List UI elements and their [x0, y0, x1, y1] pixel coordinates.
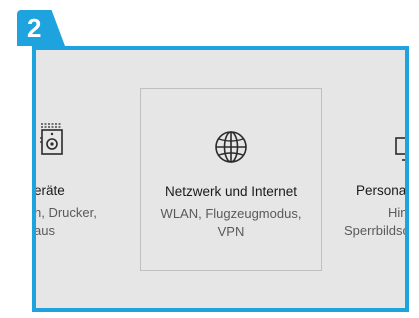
tile-description: Hinterg [388, 205, 408, 220]
tile-description: WLAN, Flugzeugmodus, VPN [160, 206, 302, 239]
settings-tile-devices[interactable]: eräte h, Drucker, aus [34, 88, 116, 271]
tile-description: h, Drucker, aus [34, 205, 97, 238]
settings-tile-network[interactable]: Netzwerk und Internet WLAN, Flugzeugmodu… [140, 88, 322, 271]
globe-icon [213, 129, 249, 170]
highlight-frame: eräte h, Drucker, aus Netzwerk und Inter… [32, 46, 409, 312]
settings-tile-personalization[interactable]: Personal Hinterg Sperrbildsch [340, 88, 409, 271]
speaker-keyboard-icon [36, 120, 70, 161]
step-number-badge: 2 [17, 10, 65, 46]
personalization-icon [393, 134, 405, 169]
tile-title: eräte [34, 183, 65, 198]
tile-title: Personal [356, 183, 409, 198]
tile-title: Netzwerk und Internet [164, 184, 298, 199]
tile-description-line2: Sperrbildsch [344, 223, 409, 238]
